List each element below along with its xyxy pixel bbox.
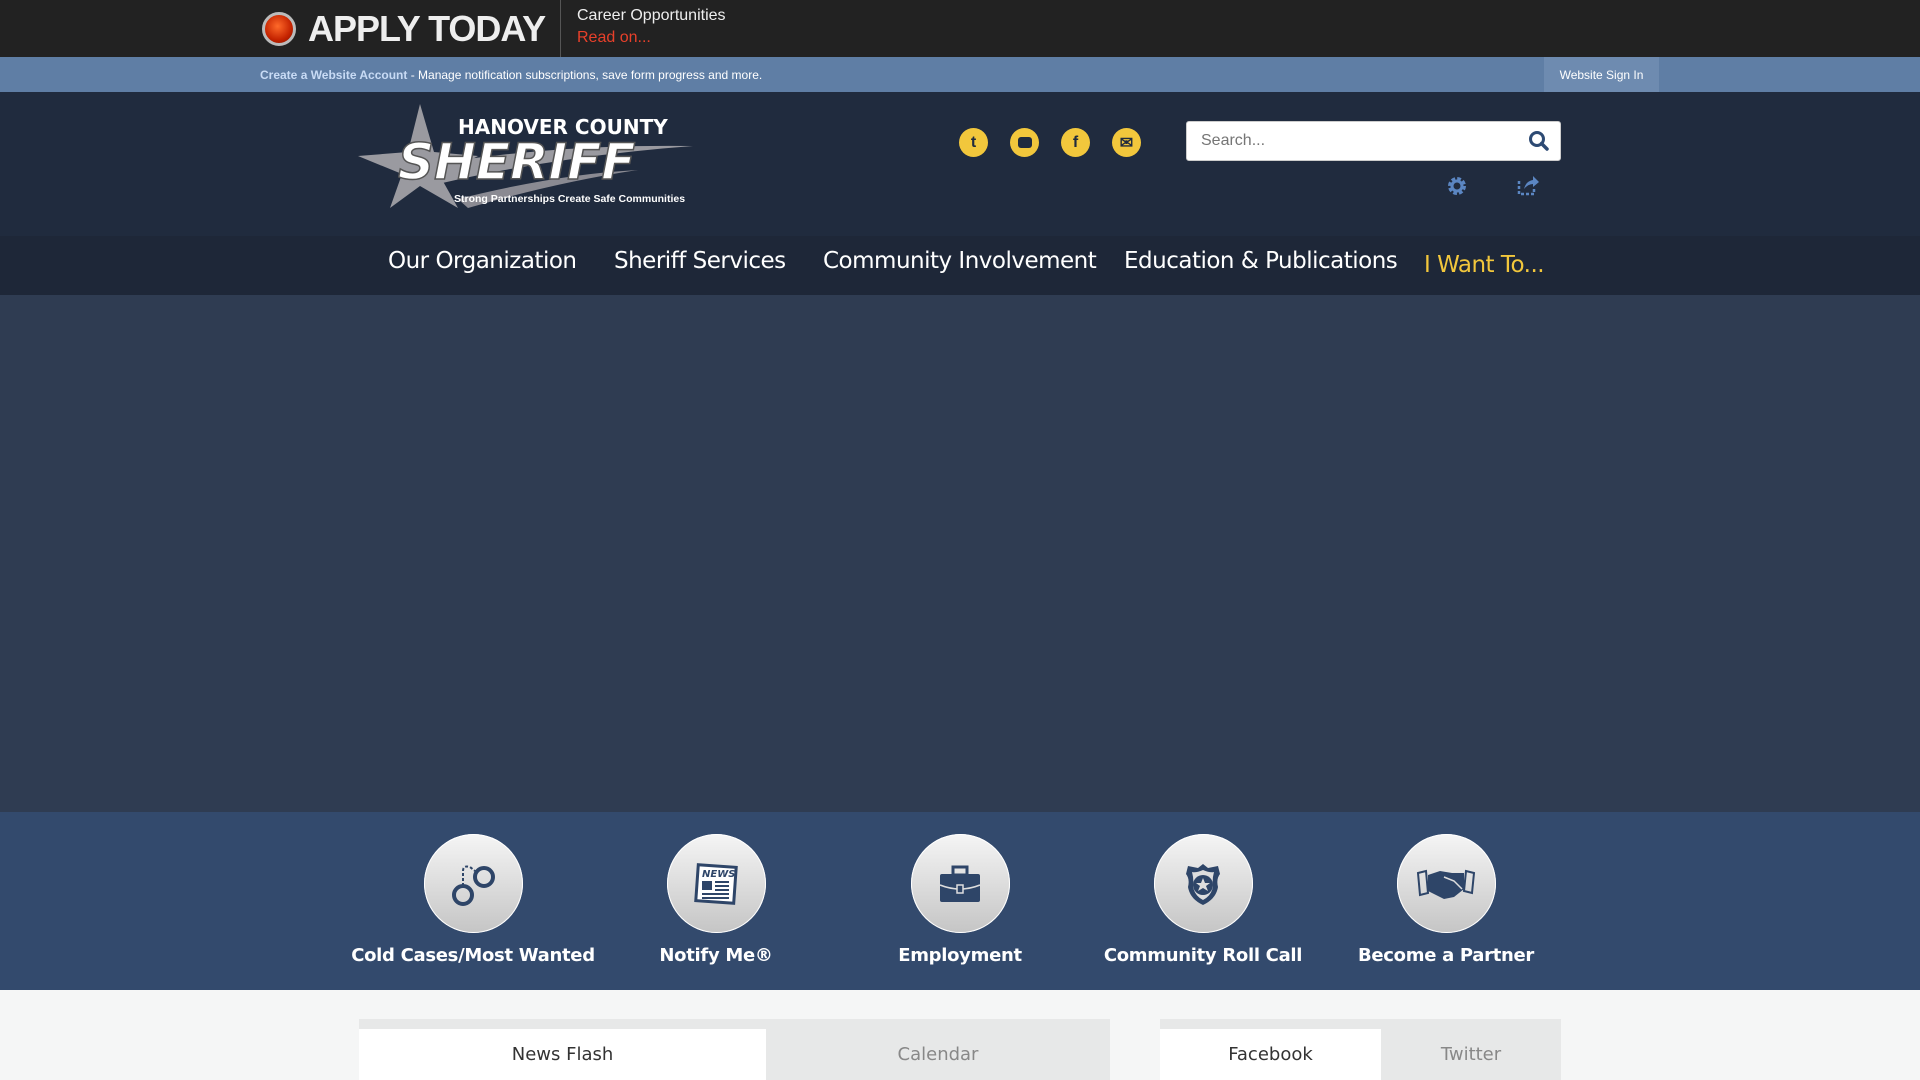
tab-calendar[interactable]: Calendar [766, 1029, 1110, 1080]
website-sign-in-button[interactable]: Website Sign In [1544, 57, 1659, 92]
quick-link-notify-me[interactable]: NEWS Notify Me® [596, 834, 836, 966]
svg-text:NEWS: NEWS [702, 869, 735, 880]
quick-link-label: Cold Cases/Most Wanted [351, 945, 595, 966]
facebook-icon[interactable]: f [1061, 128, 1090, 157]
handshake-icon [1396, 834, 1496, 933]
quick-link-label: Become a Partner [1357, 945, 1535, 966]
quick-link-become-partner[interactable]: Become a Partner [1326, 834, 1566, 966]
nav-sheriff-services[interactable]: Sheriff Services [614, 248, 786, 274]
logo-line2: SHERIFF [398, 133, 635, 191]
alert-button-icon [262, 12, 296, 46]
quick-link-label: Notify Me® [659, 945, 773, 966]
tab-news-flash[interactable]: News Flash [359, 1029, 766, 1080]
nav-i-want-to[interactable]: I Want To... [1424, 252, 1545, 278]
divider [560, 0, 561, 57]
quick-link-cold-cases[interactable]: Cold Cases/Most Wanted [351, 834, 595, 966]
newspaper-icon: NEWS [666, 834, 766, 933]
logo-tagline: Strong Partnerships Create Safe Communit… [454, 193, 685, 205]
alert-headline[interactable]: Career Opportunities [577, 7, 726, 25]
search-icon[interactable] [1528, 130, 1550, 157]
hero-banner [0, 295, 1920, 812]
search-input[interactable] [1187, 122, 1507, 160]
quick-link-label: Community Roll Call [1103, 945, 1303, 966]
sheriff-logo[interactable]: HANOVER COUNTY SHERIFF Strong Partnershi… [358, 104, 698, 213]
tab-facebook[interactable]: Facebook [1160, 1029, 1381, 1080]
create-account-link[interactable]: Create a Website Account [260, 68, 407, 82]
quick-link-label: Employment [898, 945, 1022, 966]
header [0, 92, 1920, 236]
email-icon[interactable]: ✉ [1112, 128, 1141, 157]
quick-link-community-roll-call[interactable]: Community Roll Call [1083, 834, 1323, 966]
gear-icon[interactable] [1446, 175, 1468, 202]
apply-today-link[interactable]: APPLY TODAY [262, 8, 546, 50]
account-description: - Manage notification subscriptions, sav… [407, 68, 763, 82]
account-message: Create a Website Account - Manage notifi… [260, 68, 762, 82]
share-icon[interactable] [1516, 173, 1540, 202]
quick-link-employment[interactable]: Employment [840, 834, 1080, 966]
search-box [1186, 121, 1561, 161]
read-on-link[interactable]: Read on... [577, 29, 651, 47]
tab-twitter[interactable]: Twitter [1381, 1029, 1561, 1080]
handcuffs-icon [423, 834, 523, 933]
youtube-icon[interactable] [1010, 128, 1039, 157]
nav-community-involvement[interactable]: Community Involvement [823, 248, 1097, 274]
briefcase-icon [910, 834, 1010, 933]
nav-our-organization[interactable]: Our Organization [388, 248, 577, 274]
twitter-icon[interactable]: t [959, 128, 988, 157]
nav-education-publications[interactable]: Education & Publications [1124, 248, 1398, 274]
badge-icon [1153, 834, 1253, 933]
apply-today-text: APPLY TODAY [308, 8, 546, 49]
